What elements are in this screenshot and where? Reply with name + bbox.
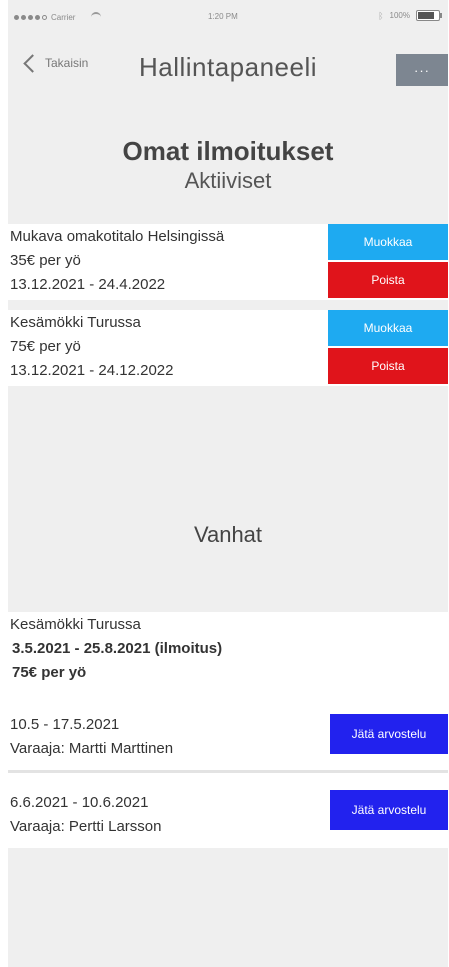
listing-name: Mukava omakotitalo Helsingissä — [10, 228, 225, 245]
delete-button[interactable]: Poista — [328, 348, 448, 384]
old-listing-price: 75€ per yö — [12, 664, 87, 681]
listing-name: Kesämökki Turussa — [10, 314, 141, 331]
listing-dates: 13.12.2021 - 24.4.2022 — [10, 276, 166, 293]
section-title: Omat ilmoitukset — [122, 136, 334, 166]
listing-card: Kesämökki Turussa 75€ per yö 13.12.2021 … — [8, 310, 448, 386]
booking-dates: 6.6.2021 - 10.6.2021 — [10, 794, 149, 811]
delete-button[interactable]: Poista — [328, 262, 448, 298]
edit-button[interactable]: Muokkaa — [328, 224, 448, 260]
battery-indicator: ᛒ 100% — [378, 10, 442, 21]
divider — [8, 770, 448, 773]
battery-icon — [416, 10, 442, 21]
listing-dates: 13.12.2021 - 24.12.2022 — [10, 362, 174, 379]
listing-card: Mukava omakotitalo Helsingissä 35€ per y… — [8, 224, 448, 300]
clock: 1:20 PM — [208, 12, 238, 21]
old-listing-period: 3.5.2021 - 25.8.2021 (ilmoitus) — [12, 640, 223, 657]
carrier-indicator: Carrier — [14, 12, 102, 22]
booking-booker: Varaaja: Martti Marttinen — [10, 740, 174, 757]
signal-icon — [14, 14, 47, 20]
old-listing: Kesämökki Turussa 3.5.2021 - 25.8.2021 (… — [8, 612, 448, 848]
old-listing-name: Kesämökki Turussa — [10, 616, 141, 633]
nav-bar: Takaisin Hallintapaneeli ··· — [8, 38, 448, 98]
wifi-icon — [91, 12, 102, 22]
old-heading: Vanhat — [193, 522, 263, 547]
booking-dates: 10.5 - 17.5.2021 — [10, 716, 120, 733]
listing-price: 35€ per yö — [10, 252, 81, 269]
status-bar: Carrier 1:20 PM ᛒ 100% — [8, 0, 448, 36]
battery-label: 100% — [389, 11, 410, 20]
more-button[interactable]: ··· — [396, 54, 448, 86]
listing-price: 75€ per yö — [10, 338, 81, 355]
bluetooth-icon: ᛒ — [378, 10, 384, 21]
booking-booker: Varaaja: Pertti Larsson — [10, 818, 162, 835]
active-heading: Aktiiviset — [184, 168, 272, 193]
review-button[interactable]: Jätä arvostelu — [330, 714, 448, 754]
review-button[interactable]: Jätä arvostelu — [330, 790, 448, 830]
phone-screen: Carrier 1:20 PM ᛒ 100% Takaisin Hallinta… — [8, 0, 448, 967]
carrier-label: Carrier — [51, 12, 76, 22]
page-title: Hallintapaneeli — [138, 52, 318, 82]
edit-button[interactable]: Muokkaa — [328, 310, 448, 346]
